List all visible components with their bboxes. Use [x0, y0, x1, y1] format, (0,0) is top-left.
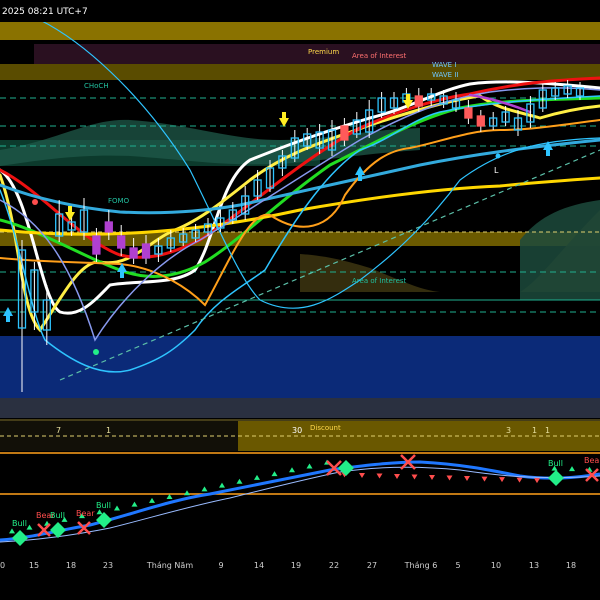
candle-body: [129, 247, 138, 259]
premium-band: [0, 22, 600, 40]
signal-label: Bull: [96, 501, 111, 510]
x-tick-label: 14: [254, 561, 264, 570]
x-tick-label: 15: [29, 561, 39, 570]
fomo-label: FOMO: [108, 197, 130, 205]
area-interest-bottom-label: Area of Interest: [352, 277, 407, 285]
arrow-down-stem: [68, 206, 72, 212]
x-tick-label: 22: [329, 561, 339, 570]
dot-marker: [495, 153, 501, 159]
volume-label: 1: [545, 426, 550, 435]
candle-body: [464, 107, 473, 119]
dot-marker: [93, 349, 99, 355]
arrow-up-stem: [358, 175, 362, 181]
candle-body: [104, 221, 113, 233]
candle-body: [117, 235, 126, 249]
timestamp-label: 2025 08:21 UTC+7: [2, 7, 88, 17]
candle-body: [414, 95, 423, 107]
x-tick-label: 13: [529, 561, 539, 570]
volume-label: 1: [532, 426, 537, 435]
volume-strip: 7 1 30 Discount 3 1 1: [0, 421, 600, 451]
x-tick-label: 19: [291, 561, 301, 570]
candle-body: [340, 125, 349, 141]
x-tick-label: 18: [566, 561, 576, 570]
candle: [55, 200, 64, 242]
area-interest-top-label: Area of Interest: [352, 52, 407, 60]
candle-body: [141, 243, 151, 259]
candle-body: [92, 235, 101, 255]
l-marker-label: L: [494, 166, 499, 175]
x-tick-label: 23: [103, 561, 113, 570]
x-tick-label: 9: [218, 561, 223, 570]
arrow-up-stem: [120, 272, 124, 278]
arrow-up-icon: [355, 166, 365, 175]
arrow-down-stem: [282, 112, 286, 118]
wave1-label: WAVE I: [432, 61, 456, 69]
candle: [352, 112, 361, 138]
candle-body: [476, 115, 485, 127]
timestamp-bg: [0, 0, 600, 22]
candle: [489, 112, 498, 130]
x-tick-label: 18: [66, 561, 76, 570]
signal-label: Bull: [50, 511, 65, 520]
premium-band-lower: [0, 64, 600, 80]
discount-band-lower: [0, 398, 600, 418]
x-axis: 10 15 18 23 Tháng Năm 9 14 19 22 27 Tháng 6 5 10 13 18: [0, 555, 600, 600]
premium-label: Premium: [308, 48, 339, 56]
signal-label: Bear: [584, 456, 600, 465]
price-chart[interactable]: 2025 08:21 UTC+7 Premium Area of Interes…: [0, 0, 600, 600]
choch-label: CHoCH: [84, 82, 109, 90]
x-tick-label: Tháng Năm: [146, 561, 193, 570]
arrow-up-stem: [6, 316, 10, 322]
arrow-up-stem: [546, 150, 550, 156]
candle: [563, 80, 572, 98]
x-tick-label: 5: [455, 561, 460, 570]
cloud-shape-right: [520, 200, 600, 300]
signal-label: Bull: [548, 459, 563, 468]
oscillator-pane: BullBearBullBearBullBullBear: [0, 452, 600, 554]
wave2-label: WAVE II: [432, 71, 458, 79]
indicator-line: [0, 96, 600, 278]
x-tick-label: 27: [367, 561, 377, 570]
arrow-down-stem: [406, 94, 410, 100]
candle: [464, 100, 473, 124]
discount-label: Discount: [310, 424, 341, 432]
x-tick-label: 10: [491, 561, 501, 570]
candle: [476, 110, 485, 132]
volume-label: 1: [106, 426, 111, 435]
signal-label: Bear: [76, 509, 95, 518]
volume-label: 3: [506, 426, 511, 435]
candle: [117, 225, 126, 256]
volume-label: 30: [292, 426, 302, 435]
x-tick-label: Tháng 6: [404, 561, 438, 570]
oscillator-bg: [0, 452, 600, 554]
x-tick-label: 10: [0, 561, 5, 570]
dot-marker: [32, 199, 38, 205]
volume-label: 7: [56, 426, 61, 435]
signal-label: Bull: [12, 519, 27, 528]
